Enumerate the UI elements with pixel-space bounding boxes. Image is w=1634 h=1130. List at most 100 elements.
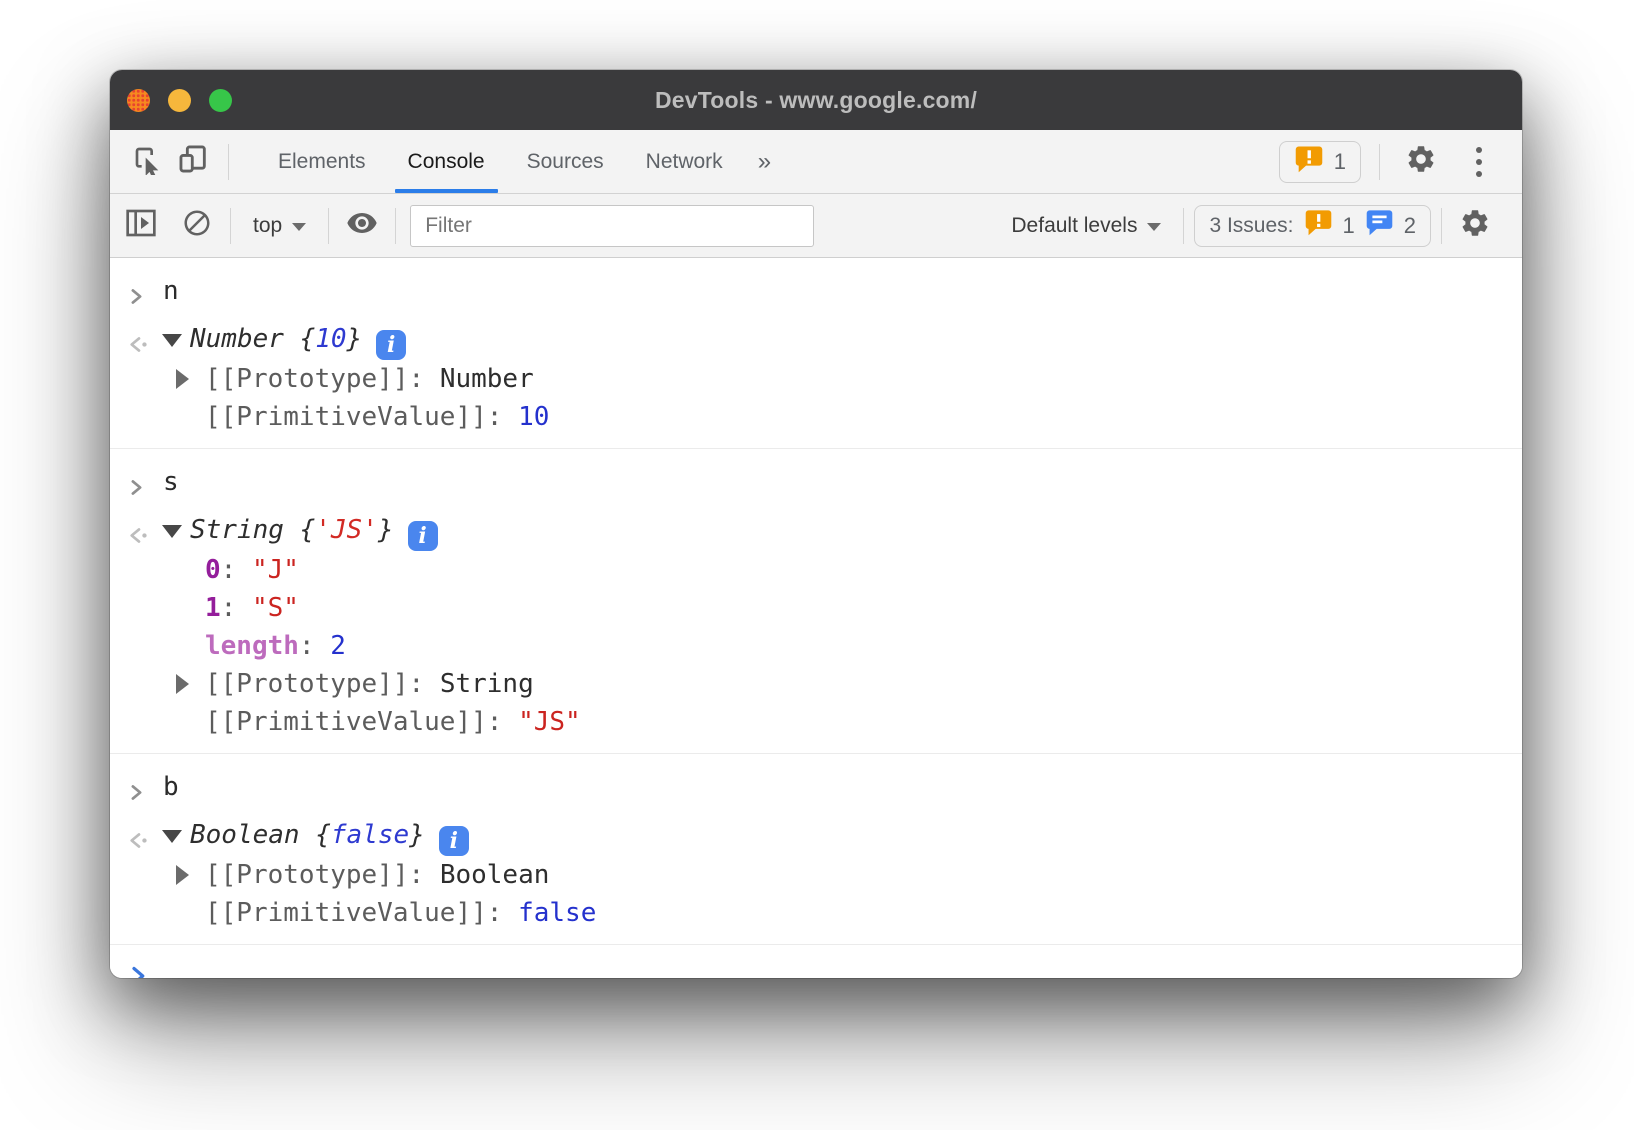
console-token: :: [487, 707, 518, 737]
divider: [328, 208, 329, 244]
console-token: "J": [252, 555, 299, 585]
issues-summary-button[interactable]: 3 Issues: 1 2: [1194, 205, 1431, 247]
filter-input[interactable]: [410, 205, 814, 247]
console-command-entry: n: [110, 258, 1522, 314]
issues-counter-button[interactable]: 1: [1279, 141, 1361, 183]
console-command-row: b: [110, 768, 1522, 806]
console-token: :: [221, 593, 252, 623]
info-icon[interactable]: i: [376, 330, 406, 360]
input-chevron-icon: [128, 774, 145, 812]
console-token: }: [378, 515, 394, 545]
console-token: b: [163, 772, 179, 802]
disclosure-triangle-down-icon[interactable]: [162, 525, 182, 538]
console-token: String: [440, 669, 534, 699]
divider: [395, 208, 396, 244]
console-token: :: [299, 631, 330, 661]
console-settings-button[interactable]: [1452, 203, 1498, 249]
log-levels-label: Default levels: [1011, 214, 1137, 238]
console-token: :: [409, 860, 440, 890]
settings-button[interactable]: [1398, 139, 1444, 185]
console-token: 10: [518, 402, 549, 432]
console-token: [[Prototype]]: [205, 669, 409, 699]
customize-devtools-button[interactable]: [1462, 139, 1496, 185]
console-token: :: [221, 555, 252, 585]
console-token: 'JS': [315, 515, 378, 545]
tab-elements[interactable]: Elements: [257, 130, 387, 193]
console-prompt[interactable]: [110, 945, 1522, 978]
tab-network[interactable]: Network: [625, 130, 744, 193]
console-token: Number: [440, 364, 534, 394]
issue-warning-icon: [1294, 145, 1324, 179]
eye-icon: [346, 207, 378, 244]
console-token: length: [205, 631, 299, 661]
issues-summary-label: 3 Issues:: [1209, 214, 1293, 238]
console-token: Number: [190, 324, 300, 354]
console-token: s: [163, 467, 179, 497]
error-issues-count: 1: [1343, 213, 1355, 239]
window-controls: [127, 70, 232, 130]
chevron-down-icon: [292, 223, 306, 231]
disclosure-triangle-right-icon[interactable]: [176, 369, 189, 389]
info-icon[interactable]: i: [439, 826, 469, 856]
console-result-entry: String {'JS'}i0: "J"1: "S"length: 2[[Pro…: [110, 505, 1522, 754]
console-sidebar-toggle-button[interactable]: [118, 203, 164, 249]
more-tabs-button[interactable]: »: [744, 130, 785, 193]
context-label: top: [253, 214, 282, 238]
chevron-down-icon: [1147, 223, 1161, 231]
divider: [228, 144, 229, 180]
issue-message-icon: [1365, 209, 1394, 242]
tab-sources[interactable]: Sources: [506, 130, 625, 193]
prompt-chevron-icon: [130, 959, 148, 978]
console-token: :: [409, 669, 440, 699]
disclosure-triangle-down-icon[interactable]: [162, 334, 182, 347]
object-property-row: 1: "S": [110, 589, 1522, 627]
console-token: :: [487, 898, 518, 928]
window-title: DevTools - www.google.com/: [655, 87, 977, 114]
object-preview-row: Number {10}i: [110, 320, 1522, 360]
result-arrow-icon: [128, 822, 150, 860]
result-arrow-icon: [128, 326, 150, 364]
create-live-expression-button[interactable]: [339, 203, 385, 249]
object-property-row: [[PrimitiveValue]]: 10: [110, 398, 1522, 436]
device-toolbar-icon: [176, 142, 210, 181]
input-chevron-icon: [128, 469, 145, 507]
object-preview-row: Boolean {false}i: [110, 816, 1522, 856]
info-icon[interactable]: i: [408, 521, 438, 551]
panel-tabs: Elements Console Sources Network »: [257, 130, 785, 193]
disclosure-triangle-right-icon[interactable]: [176, 674, 189, 694]
console-token: [[PrimitiveValue]]: [205, 707, 487, 737]
object-preview-row: String {'JS'}i: [110, 511, 1522, 551]
maximize-window-button[interactable]: [209, 89, 232, 112]
issues-count: 1: [1334, 149, 1346, 175]
console-token: [[Prototype]]: [205, 364, 409, 394]
minimize-window-button[interactable]: [168, 89, 191, 112]
divider: [1379, 144, 1380, 180]
divider: [1441, 208, 1442, 244]
console-token: "JS": [518, 707, 581, 737]
divider: [230, 208, 231, 244]
console-token: "S": [252, 593, 299, 623]
javascript-context-selector[interactable]: top: [241, 214, 318, 238]
console-token: [[Prototype]]: [205, 860, 409, 890]
close-window-button[interactable]: [127, 89, 150, 112]
disclosure-triangle-right-icon[interactable]: [176, 865, 189, 885]
device-toolbar-button[interactable]: [170, 139, 216, 185]
inspect-cursor-icon: [131, 143, 163, 180]
object-property-row: [[PrimitiveValue]]: "JS": [110, 703, 1522, 741]
clear-console-button[interactable]: [174, 203, 220, 249]
tab-console[interactable]: Console: [387, 130, 506, 193]
console-token: 2: [330, 631, 346, 661]
console-token: 0: [205, 555, 221, 585]
console-token: }: [347, 324, 363, 354]
console-command-entry: s: [110, 449, 1522, 505]
console-result-entry: Number {10} i [[Prototype]]: Number [[Primi…: [110, 314, 1522, 449]
disclosure-triangle-down-icon[interactable]: [162, 830, 182, 843]
devtools-tab-bar: Elements Console Sources Network » 1: [110, 130, 1522, 194]
inspect-element-button[interactable]: [124, 139, 170, 185]
console-token: :: [409, 364, 440, 394]
console-token: {: [300, 324, 316, 354]
console-command-row: n: [110, 272, 1522, 310]
log-levels-selector[interactable]: Default levels: [999, 214, 1173, 238]
input-chevron-icon: [128, 278, 145, 316]
object-property-row: [[Prototype]]: String: [110, 665, 1522, 703]
